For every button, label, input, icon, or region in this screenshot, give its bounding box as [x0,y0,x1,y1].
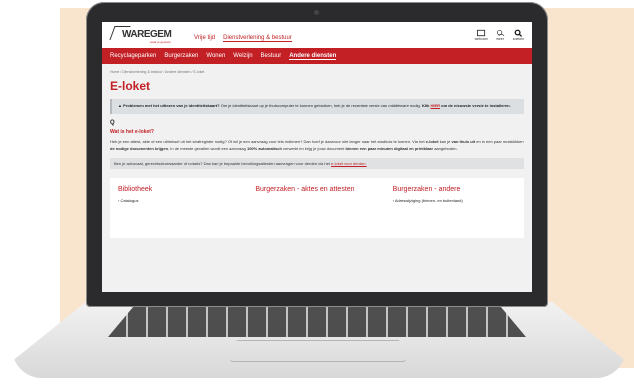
alert-bold: Problemen met het uitlezen van je identi… [123,103,220,108]
weather-icon [496,29,505,36]
main-content: Home / Dienstverlening & bestuur / Ander… [102,64,532,292]
webcam-button[interactable]: webcam [475,29,488,41]
para-text-6: aangeboden. [434,145,458,151]
logo-subtext: waar je gewoon [150,40,172,44]
category-cards: Bibliotheek › Catalogus Burgerzaken - ak… [110,177,524,238]
card-title[interactable]: Bibliotheek [118,186,241,194]
nav-recyclageparken[interactable]: Recyclageparken [110,53,156,59]
nav-bestuur[interactable]: Bestuur [261,53,282,59]
card-item[interactable]: › Catalogus [118,198,241,203]
top-nav: Vrije tijd Dienstverlening & bestuur [194,35,292,42]
nav-burgerzaken[interactable]: Burgerzaken [164,53,198,59]
alert-link[interactable]: HIER [430,103,440,108]
para-text-4: In de meeste gevallen wordt een aanvraag [170,145,246,151]
top-nav-dienstverlening[interactable]: Dienstverlening & bestuur [223,35,292,42]
breadcrumb[interactable]: Home / Dienstverlening & bestuur / Ander… [110,70,524,74]
alert-text-2: nodig. [409,103,421,108]
info-box: Ben je advocaat, gerechtsdeurwaarder of … [110,157,524,169]
intro-paragraph: Heb je een attest, akte of een uittrekse… [110,138,524,152]
weather-button[interactable]: weer [496,29,505,41]
card-bibliotheek: Bibliotheek › Catalogus [118,186,241,238]
nav-andere-diensten[interactable]: Andere diensten [289,53,337,60]
laptop-camera [314,10,319,15]
alert-text-3: Klik [421,103,430,108]
laptop-keyboard [108,307,526,337]
card-title[interactable]: Burgerzaken - andere [393,186,516,194]
weather-label: weer [496,37,504,41]
card-item[interactable]: › Adreswijziging (binnen- en buitenland) [393,198,516,203]
page-title: E-loket [110,79,151,93]
para-text-5: verwerkt en krijg je jouw document [283,145,345,151]
alert-box: ▲ Problemen met het uitlezen van je iden… [110,99,524,114]
card-burgerzaken-aktes: Burgerzaken - aktes en attesten [255,186,378,238]
alert-italic: middleware [388,103,409,108]
para-text-3: en in een paar muisklikken [476,138,524,144]
para-bold-3: de nodige documenten krijgen. [110,145,170,151]
site-logo[interactable]: WAREGEM waar je gewoon [109,25,178,45]
site-header: WAREGEM waar je gewoon Vrije tijd Dienst… [102,22,532,48]
camera-icon [476,29,485,37]
laptop-lid: WAREGEM waar je gewoon Vrije tijd Dienst… [86,2,548,307]
card-title[interactable]: Burgerzaken - aktes en attesten [255,186,378,194]
card-item-label: Catalogus [120,197,139,203]
search-icon [514,29,522,37]
para-bold-5: binnen een paar minuten digitaal en prin… [345,145,434,151]
top-nav-vrije-tijd[interactable]: Vrije tijd [194,35,215,42]
warning-icon: ▲ [118,103,122,108]
laptop-trackpad [230,340,406,362]
top-icons: webcam weer zoeken [475,29,524,41]
nav-wonen[interactable]: Wonen [206,53,225,59]
card-burgerzaken-andere: Burgerzaken - andere › Adreswijziging (b… [393,186,516,238]
main-nav: Recyclageparken Burgerzaken Wonen Welzij… [102,48,532,64]
para-bold-1: e-loket [425,138,439,144]
para-bold-2: van thuis uit [451,138,476,144]
laptop-screen: WAREGEM waar je gewoon Vrije tijd Dienst… [102,22,532,292]
card-item-label: Adreswijziging (binnen- en buitenland) [394,197,463,203]
search-label: zoeken [512,37,524,41]
para-bold-4: 100% automatisch [246,145,282,151]
section-heading: Wat is het e-loket? [110,128,154,135]
info-text: Ben je advocaat, gerechtsdeurwaarder of … [114,160,330,166]
logo-text: WAREGEM [122,29,172,40]
alert-text-4: om de nieuwste versie te installeren. [441,103,511,108]
nav-welzijn[interactable]: Welzijn [233,53,252,59]
search-icon[interactable]: Q [110,120,524,126]
para-text-2: kan je [439,138,451,144]
info-link[interactable]: e-loket voor derden. [331,161,367,166]
para-text-1: Heb je een attest, akte of een uittrekse… [110,138,425,144]
search-button[interactable]: zoeken [513,29,524,41]
alert-text-1: Om je identiteitskaart op je thuiscomput… [220,103,388,108]
webcam-label: webcam [474,37,488,41]
